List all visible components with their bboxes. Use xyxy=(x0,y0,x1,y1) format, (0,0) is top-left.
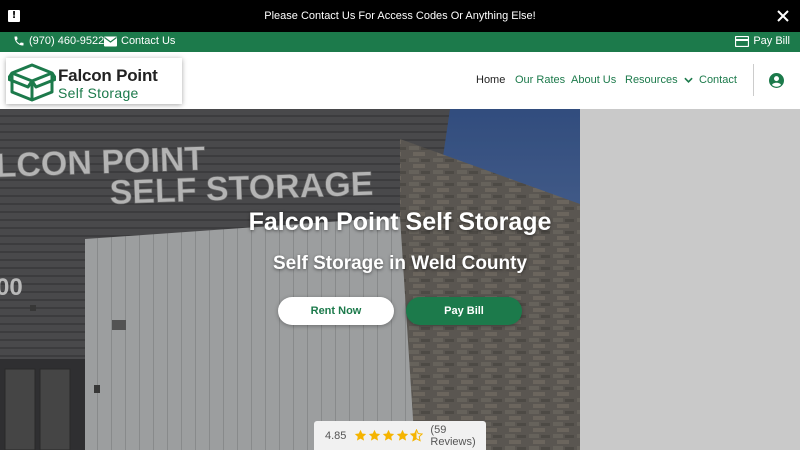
nav-about-us[interactable]: About Us xyxy=(571,74,616,86)
hero-overlay xyxy=(0,109,580,450)
hero-title: Falcon Point Self Storage xyxy=(248,208,552,236)
contact-us-label: Contact Us xyxy=(121,35,176,47)
nav-contact[interactable]: Contact xyxy=(699,74,737,86)
announcement-bar: ! Please Contact Us For Access Codes Or … xyxy=(0,0,800,32)
star-half-icon xyxy=(410,429,424,442)
pay-bill-label: Pay Bill xyxy=(753,35,790,47)
nav-home[interactable]: Home xyxy=(476,74,505,86)
star-rating xyxy=(354,429,424,442)
site-header: Falcon Point Self Storage Home Our Rates… xyxy=(0,52,800,109)
reviews-badge[interactable]: 4.85 (59 Reviews) xyxy=(314,421,486,450)
pay-bill-link[interactable]: Pay Bill xyxy=(735,35,790,47)
mail-icon xyxy=(104,36,117,46)
phone-icon xyxy=(14,36,24,46)
chevron-down-icon xyxy=(683,77,693,83)
credit-card-icon xyxy=(735,35,750,47)
header-divider xyxy=(753,64,754,96)
nav-resources-label: Resources xyxy=(625,74,678,86)
site-logo[interactable]: Falcon Point Self Storage xyxy=(6,58,182,104)
review-score: 4.85 xyxy=(325,429,347,442)
logo-title: Falcon Point xyxy=(58,66,158,85)
pay-bill-button[interactable]: Pay Bill xyxy=(406,297,522,325)
user-circle-icon[interactable] xyxy=(769,73,784,88)
hero-subtitle: Self Storage in Weld County xyxy=(272,253,528,274)
contact-us-link[interactable]: Contact Us xyxy=(104,35,175,47)
star-icon xyxy=(355,429,367,441)
rent-now-button[interactable]: Rent Now xyxy=(278,297,394,325)
logo-subtitle: Self Storage xyxy=(58,85,139,101)
nav-resources[interactable]: Resources xyxy=(625,74,693,86)
announcement-text: Please Contact Us For Access Codes Or An… xyxy=(264,10,536,22)
nav-our-rates[interactable]: Our Rates xyxy=(515,74,565,86)
phone-number: (970) 460-9522 xyxy=(29,35,105,47)
star-icon xyxy=(397,429,409,441)
hero-image: LCON POINT SELF STORAGE 00 xyxy=(0,109,580,450)
hero-side-panel xyxy=(580,109,800,450)
box-logo-icon xyxy=(8,63,56,102)
alert-icon: ! xyxy=(8,10,20,22)
star-icon xyxy=(369,429,381,441)
star-icon xyxy=(383,429,395,441)
close-icon[interactable] xyxy=(776,9,790,23)
review-count: (59 Reviews) xyxy=(430,423,476,448)
contact-bar: (970) 460-9522 Contact Us Pay Bill xyxy=(0,32,800,52)
phone-link[interactable]: (970) 460-9522 xyxy=(13,35,104,47)
